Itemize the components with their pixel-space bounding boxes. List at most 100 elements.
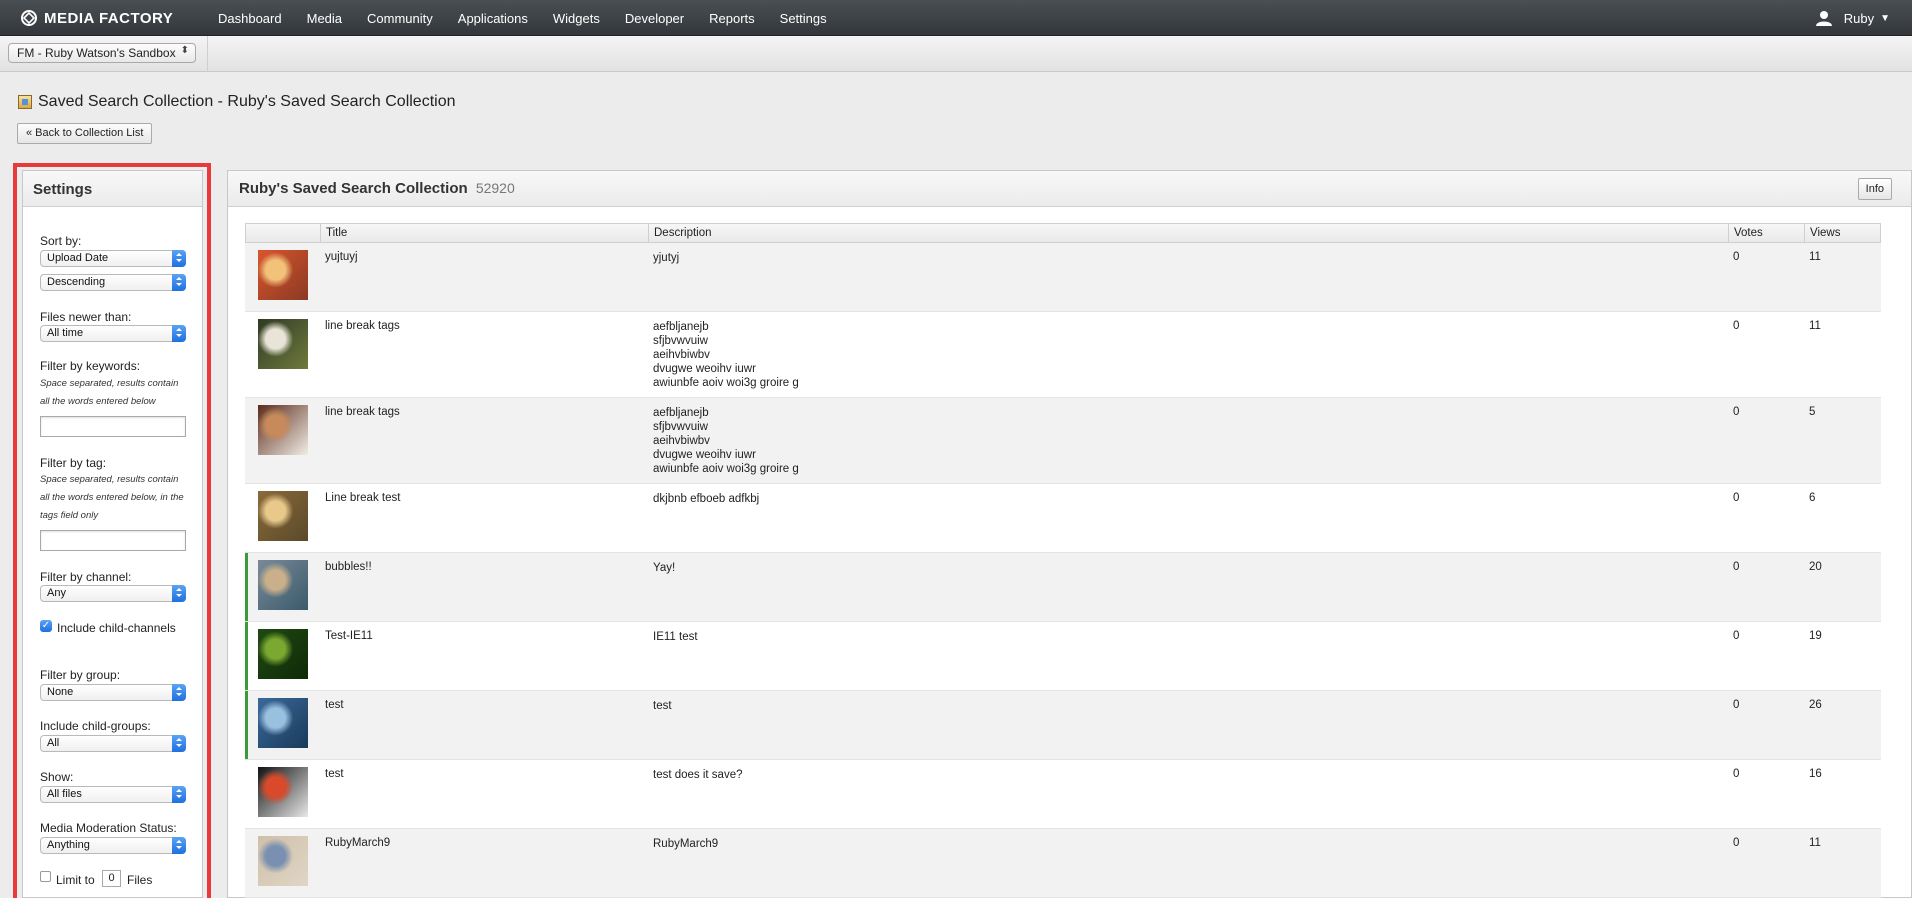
show-value: All files — [47, 788, 82, 800]
nav-media[interactable]: Media — [307, 11, 342, 26]
table-row[interactable]: line break tags aefbljanejb sfjbvwvuiw ae… — [245, 398, 1881, 484]
media-title[interactable]: line break tags — [325, 406, 400, 418]
table-row[interactable]: Test-IE11 IE11 test 0 19 — [245, 622, 1881, 691]
brand-logo[interactable]: MEDIA FACTORY — [20, 8, 173, 28]
media-thumbnail[interactable] — [258, 319, 308, 369]
moderation-label: Media Moderation Status: — [40, 821, 177, 835]
table-row[interactable]: line break tags aefbljanejb sfjbvwvuiw ae… — [245, 312, 1881, 398]
media-views: 11 — [1809, 320, 1821, 332]
page-title-text: Saved Search Collection - Ruby's Saved S… — [38, 93, 456, 110]
page-title: Saved Search Collection - Ruby's Saved S… — [18, 93, 456, 111]
divider — [320, 224, 321, 243]
media-title[interactable]: bubbles!! — [325, 561, 372, 573]
show-label: Show: — [40, 770, 74, 784]
account-select[interactable]: FM - Ruby Watson's Sandbox ⬍ — [8, 43, 196, 63]
files-newer-select[interactable]: All time — [40, 325, 186, 342]
select-arrows-icon — [172, 585, 186, 602]
media-description: aefbljanejb sfjbvwvuiw aeihvbiwbv dvugwe… — [653, 407, 799, 475]
chevron-down-icon: ▼ — [1880, 12, 1890, 24]
media-thumbnail[interactable] — [258, 250, 308, 300]
media-title[interactable]: line break tags — [325, 320, 400, 332]
tag-input[interactable] — [40, 530, 186, 551]
sort-by-label: Sort by: — [40, 234, 82, 248]
table-row[interactable]: yujtuyj yjutyj 0 11 — [245, 243, 1881, 312]
nav-reports[interactable]: Reports — [709, 11, 755, 26]
media-thumbnail[interactable] — [258, 836, 308, 886]
channel-select[interactable]: Any — [40, 585, 186, 602]
show-select[interactable]: All files — [40, 786, 186, 803]
limit-suffix: Files — [127, 873, 153, 887]
media-views: 11 — [1809, 837, 1821, 849]
sort-order-select[interactable]: Descending — [40, 274, 186, 291]
media-title[interactable]: Line break test — [325, 492, 400, 504]
table-row[interactable]: Line break test dkjbnb efboeb adfkbj 0 6 — [245, 484, 1881, 553]
media-thumbnail[interactable] — [258, 491, 308, 541]
child-groups-select[interactable]: All — [40, 735, 186, 752]
brand-name: MEDIA FACTORY — [44, 9, 174, 27]
channel-label: Filter by channel: — [40, 570, 132, 584]
sort-by-select[interactable]: Upload Date — [40, 250, 186, 267]
media-description: aefbljanejb sfjbvwvuiw aeihvbiwbv dvugwe… — [653, 321, 799, 389]
sort-order-value: Descending — [47, 276, 106, 288]
select-arrows-icon: ⬍ — [180, 45, 189, 56]
account-bar: FM - Ruby Watson's Sandbox ⬍ — [0, 36, 1912, 72]
media-thumbnail[interactable] — [258, 629, 308, 679]
media-title[interactable]: RubyMarch9 — [325, 837, 390, 849]
media-description: Yay! — [653, 562, 676, 574]
user-icon — [1815, 11, 1832, 26]
media-title[interactable]: Test-IE11 — [325, 630, 373, 642]
media-votes: 0 — [1733, 251, 1740, 263]
media-title[interactable]: yujtuyj — [325, 251, 358, 263]
column-description[interactable]: Description — [654, 227, 712, 239]
moderation-select[interactable]: Anything — [40, 837, 186, 854]
media-thumbnail[interactable] — [258, 405, 308, 455]
collection-id: 52920 — [475, 180, 515, 196]
media-description: test does it save? — [653, 769, 743, 781]
column-title[interactable]: Title — [326, 227, 347, 239]
channel-value: Any — [47, 587, 66, 599]
nav-community[interactable]: Community — [367, 11, 433, 26]
tag-label: Filter by tag: — [40, 456, 107, 470]
limit-prefix: Limit to — [56, 873, 95, 887]
nav-developer[interactable]: Developer — [625, 11, 684, 26]
table-header: Title Description Votes Views — [245, 223, 1881, 243]
nav-applications[interactable]: Applications — [458, 11, 528, 26]
limit-checkbox[interactable] — [40, 871, 51, 882]
include-child-channels-checkbox[interactable]: ✓ — [40, 620, 52, 632]
table-row[interactable]: bubbles!! Yay! 0 20 — [245, 553, 1881, 622]
table-row[interactable]: test test does it save? 0 16 — [245, 760, 1881, 829]
column-views[interactable]: Views — [1810, 227, 1840, 239]
media-description: yjutyj — [653, 252, 680, 264]
table-row[interactable]: test test 0 26 — [245, 691, 1881, 760]
nav-widgets[interactable]: Widgets — [553, 11, 600, 26]
table-body: yujtuyj yjutyj 0 11 line break tags aefbljane… — [245, 243, 1881, 898]
media-factory-logo-icon — [21, 10, 37, 26]
media-thumbnail[interactable] — [258, 560, 308, 610]
nav-dashboard[interactable]: Dashboard — [218, 11, 282, 26]
files-newer-value: All time — [47, 327, 84, 339]
media-thumbnail[interactable] — [258, 767, 308, 817]
media-description: test — [653, 700, 672, 712]
collection-name: Ruby's Saved Search Collection — [239, 180, 468, 197]
table-row[interactable]: RubyMarch9 RubyMarch9 0 11 — [245, 829, 1881, 898]
media-description: IE11 test — [653, 631, 698, 643]
media-thumbnail[interactable] — [258, 698, 308, 748]
info-button[interactable]: Info — [1857, 178, 1892, 200]
media-title[interactable]: test — [325, 768, 344, 780]
limit-count-input[interactable]: 0 — [102, 870, 121, 887]
collection-header: Ruby's Saved Search Collection 52920 Inf… — [228, 171, 1911, 207]
nav-settings[interactable]: Settings — [780, 11, 827, 26]
group-select[interactable]: None — [40, 684, 186, 701]
keywords-hint: Space separated, results contain all the… — [40, 378, 179, 407]
media-votes: 0 — [1733, 492, 1740, 504]
user-menu[interactable]: Ruby ▼ — [1815, 0, 1890, 36]
column-votes[interactable]: Votes — [1734, 227, 1763, 239]
tag-hint: Space separated, results contain all the… — [40, 474, 184, 521]
media-votes: 0 — [1733, 561, 1740, 573]
media-description: dkjbnb efboeb adfkbj — [653, 493, 760, 505]
media-title[interactable]: test — [325, 699, 344, 711]
back-to-collection-list-button[interactable]: « Back to Collection List — [17, 123, 153, 144]
keywords-input[interactable] — [40, 416, 186, 437]
divider — [207, 36, 208, 72]
media-views: 6 — [1809, 492, 1816, 504]
